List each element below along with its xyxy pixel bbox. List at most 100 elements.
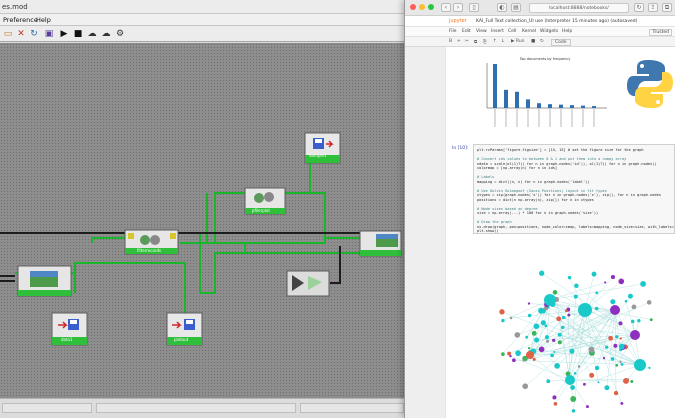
share-icon[interactable]: ⇪ [648, 3, 658, 12]
back-icon[interactable]: ‹ [441, 3, 451, 12]
cloud-icon[interactable]: ☁ [100, 28, 112, 40]
connections [15, 161, 360, 333]
code-line: mapping = dict((n, n) for n in graph.nod… [477, 179, 590, 184]
bar [526, 99, 530, 108]
reload-icon[interactable]: ↻ [634, 3, 644, 12]
graph-node [637, 319, 641, 323]
node-output-right[interactable] [359, 230, 402, 257]
graph-node [565, 375, 575, 385]
graph-node [630, 330, 640, 340]
menu-view[interactable]: View [476, 29, 487, 34]
graph-node [553, 402, 558, 406]
copy-icon[interactable]: ⧉ [474, 39, 477, 45]
graph-node [618, 278, 625, 285]
cell-prompt: In [10]: [452, 146, 469, 151]
graph-node [501, 318, 505, 323]
menu-insert[interactable]: Insert [491, 29, 504, 34]
notebook-icon[interactable]: ▣ [43, 28, 55, 40]
save-icon[interactable]: B [449, 39, 452, 44]
forward-icon[interactable]: › [453, 3, 463, 12]
graph-edge [632, 321, 641, 366]
graph-node [595, 291, 599, 295]
stop-icon[interactable]: ■ [72, 28, 84, 40]
menu-bar: Preference Help [0, 14, 408, 26]
node-save-top[interactable] [304, 132, 341, 164]
move-down-icon[interactable]: ↓ [501, 39, 505, 44]
graph-node [634, 359, 646, 371]
zoom-window-button[interactable] [428, 4, 434, 10]
run-button[interactable]: ▶ Run [511, 39, 525, 44]
graph-node [546, 379, 551, 384]
menu-preference[interactable]: Preference [3, 16, 38, 24]
menu-widgets[interactable]: Widgets [540, 29, 558, 34]
node-input-left[interactable] [17, 265, 72, 297]
cell-type-select[interactable]: Code [551, 38, 571, 46]
cloud-settings-icon[interactable]: ⚙ [114, 28, 126, 40]
address-bar[interactable]: localhost:8888/notebooks/ [529, 3, 629, 13]
menu-file[interactable]: File [449, 29, 457, 34]
close-window-button[interactable] [410, 4, 416, 10]
node-label: plotout [174, 337, 189, 342]
node-filter[interactable] [286, 270, 330, 297]
code-line: # Node sizes based on degree [477, 206, 538, 211]
move-up-icon[interactable]: ↑ [493, 39, 497, 44]
bar [592, 106, 596, 108]
browser-toolbar: ‹ › ▯ ◐ ▤ localhost:8888/notebooks/ ↻ ⇪ … [405, 0, 675, 16]
graph-node [610, 305, 620, 315]
menu-edit[interactable]: Edit [462, 29, 471, 34]
toolbar: ▭ ✕ ↻ ▣ ▶ ■ ☁ ☁ ⚙ [0, 26, 408, 42]
add-cell-icon[interactable]: + [457, 39, 461, 44]
code-line: plt.show() [477, 229, 499, 233]
delete-icon[interactable]: ✕ [15, 28, 27, 40]
bar [493, 64, 497, 108]
menu-kernel[interactable]: Kernel [522, 29, 536, 34]
code-line: # Draw the graph [477, 220, 512, 224]
graph-node [539, 270, 545, 276]
paste-icon[interactable]: ⎘ [483, 39, 487, 45]
graph-edge [569, 379, 632, 382]
code-cell[interactable]: plt.rcParams['figure.figsize'] = [15, 15… [473, 144, 675, 234]
privacy-icon[interactable]: ◐ [497, 3, 507, 12]
graph-node [515, 350, 521, 357]
graph-node [499, 309, 505, 315]
bar [581, 105, 585, 108]
bar [570, 105, 574, 108]
python-logo [627, 60, 673, 108]
folder-open-icon[interactable]: ▭ [2, 28, 14, 40]
graph-node [594, 306, 599, 311]
graph-node [570, 396, 577, 402]
tabs-icon[interactable]: ⧉ [662, 3, 672, 12]
graph-node [544, 294, 556, 306]
graph-node [613, 343, 618, 348]
page-icon[interactable]: ▤ [511, 3, 521, 12]
graph-edge [569, 333, 633, 381]
cut-icon[interactable]: ✂ [465, 39, 469, 44]
workflow-canvas[interactable]: Sample1 pfilerplot filterrecords data1 p… [0, 43, 406, 398]
graph-node [610, 275, 616, 280]
graph-node [585, 405, 589, 409]
graph-node [591, 271, 597, 277]
cloud-download-icon[interactable]: ☁ [86, 28, 98, 40]
notebook-title[interactable]: KAI_Full Text collection_UI use (Interpr… [476, 19, 637, 24]
jupyter-header: jupyter KAI_Full Text collection_UI use … [405, 16, 675, 27]
graph-node [613, 390, 619, 396]
menu-help[interactable]: Help [562, 29, 572, 34]
code-line: # Use Kolvin Kolmogoof (Gauss Positions)… [477, 188, 607, 193]
sidebar-icon[interactable]: ▯ [469, 3, 479, 12]
minimize-window-button[interactable] [419, 4, 425, 10]
restart-icon[interactable]: ↻ [540, 39, 544, 44]
code-line: plt.rcParams['figure.figsize'] = [15, 15… [477, 148, 644, 152]
graph-node [509, 354, 512, 358]
refresh-icon[interactable]: ↻ [28, 28, 40, 40]
graph-node [618, 321, 623, 326]
menu-cell[interactable]: Cell [508, 29, 516, 34]
jupyter-logo[interactable]: jupyter [449, 18, 467, 24]
menu-help[interactable]: Help [36, 16, 51, 24]
run-icon[interactable]: ▶ [58, 28, 70, 40]
window-title-bar: es.mod [0, 0, 408, 14]
graph-node [615, 363, 619, 367]
graph-node [533, 323, 540, 330]
interrupt-icon[interactable]: ■ [531, 39, 535, 44]
graph-node [509, 316, 513, 320]
graph-node [573, 372, 577, 375]
